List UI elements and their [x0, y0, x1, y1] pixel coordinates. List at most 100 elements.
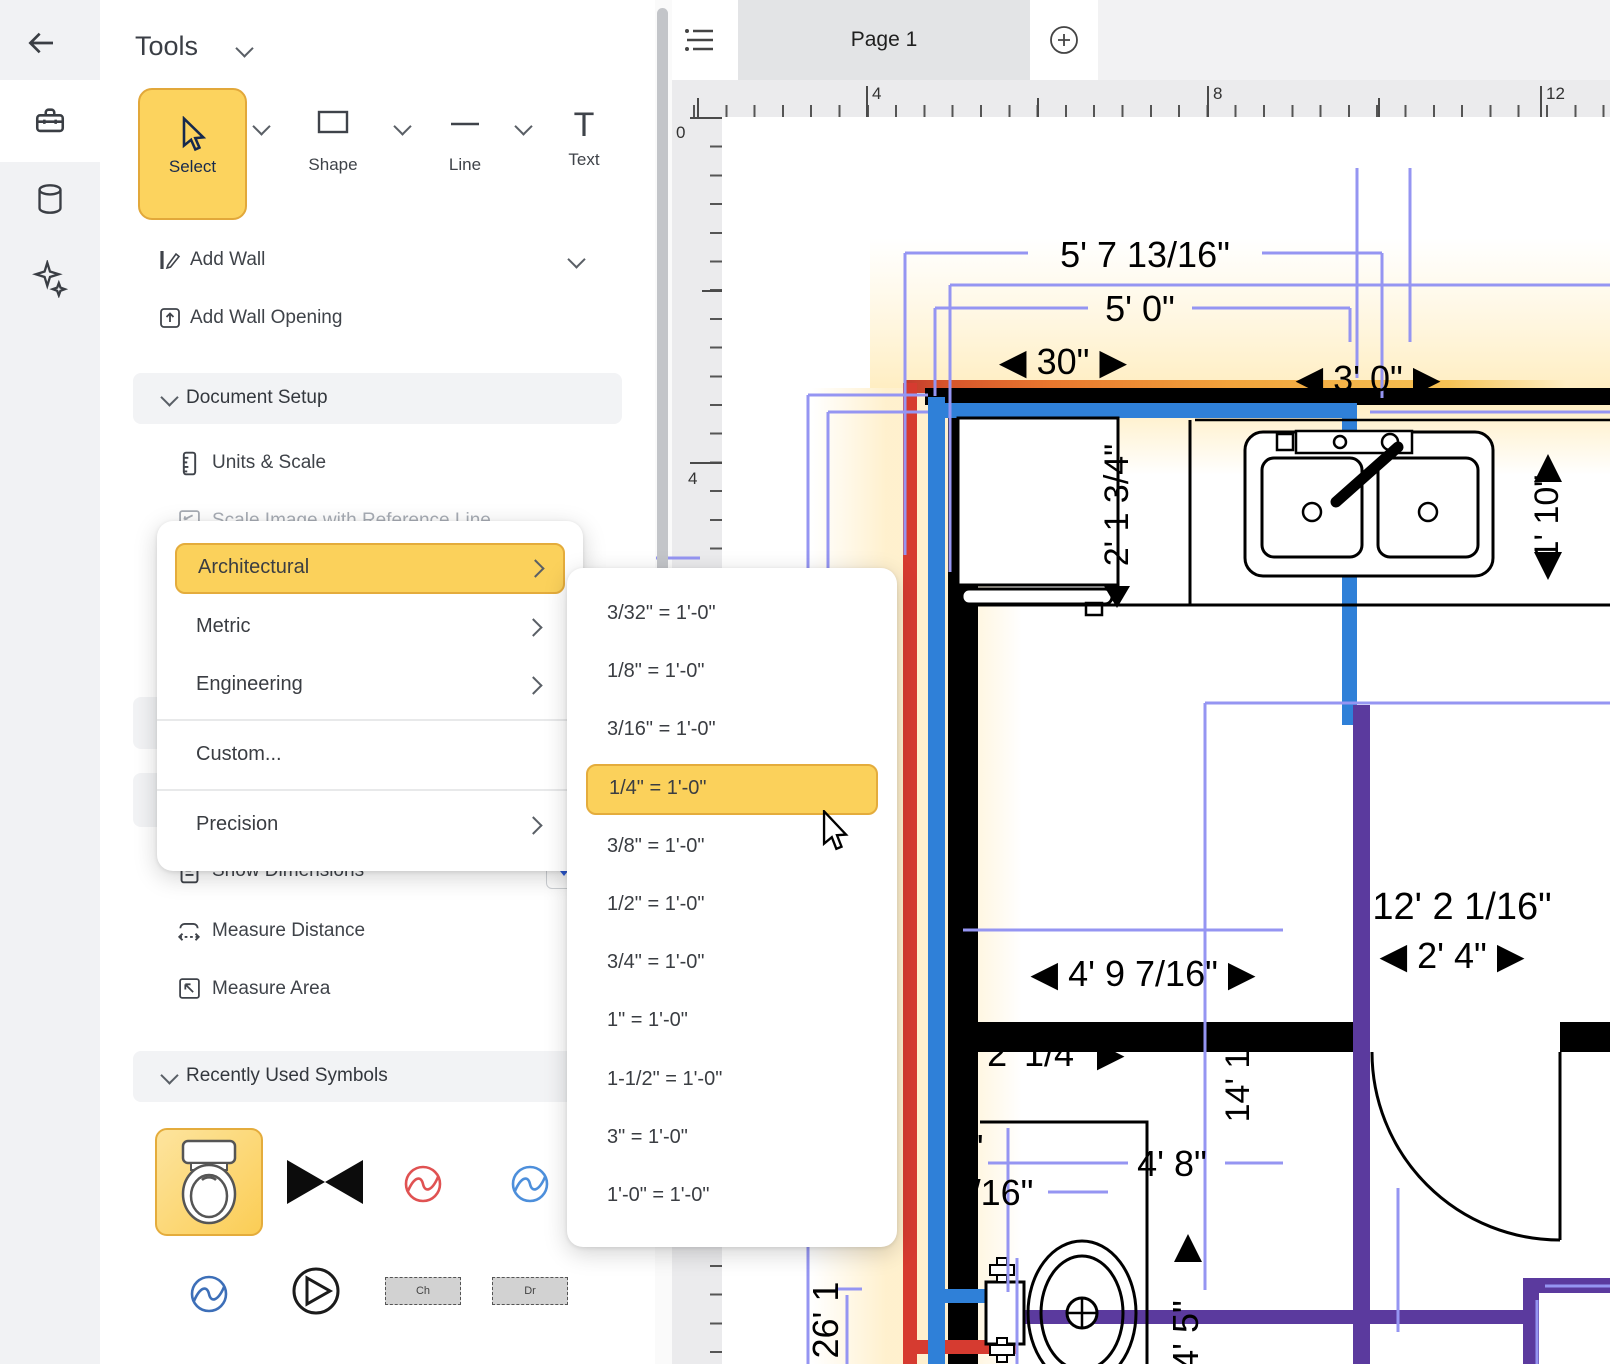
menu-item-label: Engineering [196, 673, 303, 696]
sparkles-icon [32, 260, 68, 298]
pipe-fitting-icon [510, 1164, 550, 1204]
scale-option[interactable]: 3/32" = 1'-0" [607, 602, 716, 625]
recently-used-header[interactable]: Recently Used Symbols [133, 1051, 622, 1102]
line-icon [449, 110, 481, 134]
dim-label: 1' 10" [1528, 475, 1566, 560]
symbol-fitting-blue[interactable] [510, 1164, 550, 1209]
menu-divider [157, 719, 583, 721]
symbol-pump[interactable] [290, 1265, 342, 1322]
pipe-fitting-icon [403, 1164, 443, 1204]
cursor-tool-icon [177, 116, 209, 152]
units-scale-label: Units & Scale [212, 452, 326, 474]
database-icon [34, 182, 66, 216]
ruler-icon [178, 451, 201, 476]
measure-area-item[interactable] [178, 977, 201, 1005]
wall-opening-icon [158, 306, 182, 330]
text-tool-icon: T [554, 108, 614, 142]
scale-menu-item-architectural[interactable]: Architectural [175, 543, 565, 594]
app-window: Tools Select Shape Line T Text Add Wall … [0, 0, 1610, 1364]
submenu-chevron-icon [526, 559, 544, 577]
dim-label: 14' 1" [1219, 1038, 1257, 1123]
menu-item-label: Custom... [196, 743, 282, 766]
scale-submenu: 3/32" = 1'-0" 1/8" = 1'-0" 3/16" = 1'-0"… [567, 568, 897, 1247]
text-tool-label: Text [554, 150, 614, 170]
left-rail [0, 0, 100, 1364]
symbol-chip-ch[interactable]: Ch [385, 1277, 461, 1305]
wall-middle-right [1560, 1022, 1610, 1052]
scale-option[interactable]: 3" = 1'-0" [607, 1126, 688, 1149]
dim-label: ◀ 2' 4" ▶ [1379, 935, 1524, 976]
dim-label: 4' 5" [1165, 1300, 1206, 1364]
wall-top [925, 388, 1610, 405]
add-wall-label: Add Wall [190, 249, 265, 271]
back-arrow-icon [25, 27, 57, 59]
symbol-valve[interactable] [287, 1160, 363, 1209]
measure-area-icon [178, 977, 201, 1000]
symbol-fitting-red[interactable] [403, 1164, 443, 1209]
symbol-toilet[interactable] [155, 1128, 263, 1236]
measure-distance-item[interactable] [176, 919, 202, 949]
menu-divider [157, 789, 583, 791]
dim-label: ◀ 2' 1/4" ▶ [949, 1033, 1124, 1074]
panel-scrollbar[interactable] [657, 8, 668, 588]
dim-label: 5' 7 13/16" [1060, 234, 1230, 275]
dim-label: ◀ 30" ▶ [999, 341, 1128, 382]
mouse-cursor [820, 810, 854, 854]
shape-rect-icon [317, 110, 349, 134]
recently-used-chevron-icon [160, 1066, 178, 1084]
dim-label: 2' 1 3/4" [1098, 444, 1136, 567]
measure-distance-icon [176, 919, 202, 944]
document-setup-header[interactable]: Document Setup [133, 373, 622, 424]
panel-title-chevron-icon[interactable] [235, 39, 253, 57]
line-tool-label: Line [435, 155, 495, 175]
scale-option[interactable]: 1/2" = 1'-0" [607, 893, 705, 916]
chip-dr-label: Dr [524, 1285, 536, 1297]
toilet-icon [173, 1138, 245, 1226]
scale-option[interactable]: 3/4" = 1'-0" [607, 951, 705, 974]
rail-item-data[interactable] [34, 182, 66, 221]
menu-item-label: Metric [196, 615, 250, 638]
dim-label: ◀ 3' 0" ▶ [1295, 358, 1440, 399]
units-scale-item[interactable] [178, 451, 201, 481]
sink-drain-left [1303, 503, 1321, 521]
scale-option-selected[interactable]: 1/4" = 1'-0" [586, 764, 878, 815]
symbol-chip-dr[interactable]: Dr [492, 1277, 568, 1305]
add-wall-opening-label: Add Wall Opening [190, 307, 342, 329]
shape-tool-label: Shape [303, 155, 363, 175]
line-tool-button[interactable]: Line [435, 110, 495, 175]
scale-option[interactable]: 3/8" = 1'-0" [607, 835, 705, 858]
recently-used-label: Recently Used Symbols [186, 1065, 388, 1087]
chip-ch-label: Ch [416, 1285, 430, 1297]
back-button[interactable] [25, 27, 57, 64]
sink-drain-right [1419, 503, 1437, 521]
rail-item-magic[interactable] [32, 260, 68, 303]
text-tool-button[interactable]: T Text [554, 108, 614, 170]
dim-label: 26' 1 [805, 1282, 846, 1359]
dim-label: 5' 0" [1105, 288, 1175, 329]
symbol-fitting-darkblue[interactable] [189, 1274, 229, 1319]
measure-distance-label: Measure Distance [212, 920, 365, 942]
valve-icon [287, 1160, 363, 1204]
add-wall-opening-item[interactable] [158, 306, 182, 335]
dim-label: 9" [951, 1127, 984, 1168]
shape-tool-button[interactable]: Shape [303, 110, 363, 175]
door-swing-arc [1372, 1052, 1560, 1240]
menu-item-label: Architectural [198, 556, 309, 579]
scale-option[interactable]: 1'-0" = 1'-0" [607, 1184, 709, 1207]
select-tool-label: Select [140, 157, 245, 177]
document-setup-chevron-icon [160, 388, 178, 406]
select-tool-button[interactable]: Select [138, 88, 247, 220]
supply-stop [990, 1345, 1014, 1355]
pump-icon [290, 1265, 342, 1317]
submenu-chevron-icon [524, 676, 542, 694]
add-wall-item[interactable] [158, 248, 182, 277]
scale-option[interactable]: 1" = 1'-0" [607, 1009, 688, 1032]
scale-option[interactable]: 3/16" = 1'-0" [607, 718, 716, 741]
scale-option[interactable]: 1/8" = 1'-0" [607, 660, 705, 683]
dim-label: 4' 8" [1137, 1143, 1207, 1184]
scale-option[interactable]: 1-1/2" = 1'-0" [607, 1068, 722, 1091]
scale-menu: Architectural Metric Engineering Custom.… [157, 521, 583, 871]
rail-item-toolbox[interactable] [33, 104, 67, 143]
scale-option-label: 1/4" = 1'-0" [609, 777, 707, 800]
wall-pen-icon [158, 248, 182, 272]
